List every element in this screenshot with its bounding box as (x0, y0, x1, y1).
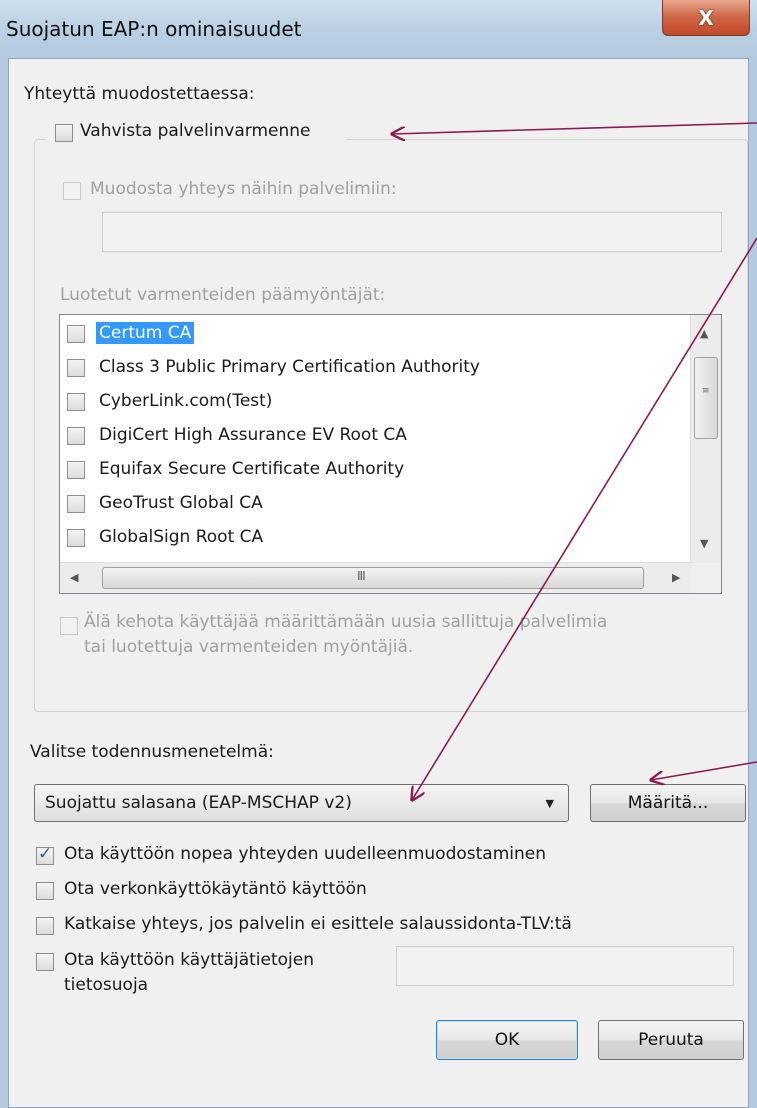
ok-button-label: OK (494, 1030, 520, 1050)
anonymous-identity-input[interactable] (396, 946, 734, 986)
close-icon: X (698, 5, 714, 30)
verify-cert-label: Vahvista palvelinvarmenne (80, 121, 311, 141)
auth-method-select[interactable]: Suojattu salasana (EAP-MSCHAP v2) ▼ (34, 784, 569, 822)
fast-reconnect-label: Ota käyttöön nopea yhteyden uudelleenmuo… (64, 844, 546, 864)
close-button[interactable]: X (662, 0, 750, 36)
list-item-label: DigiCert High Assurance EV Root CA (99, 425, 407, 445)
list-item[interactable]: GeoTrust Global CA (60, 487, 690, 521)
list-item-label: Certum CA (96, 322, 195, 344)
list-item-checkbox[interactable] (67, 359, 85, 377)
checkmark-icon: ✓ (38, 844, 53, 864)
auth-method-value: Suojattu salasana (EAP-MSCHAP v2) (45, 793, 352, 813)
list-item-label: Equifax Secure Certificate Authority (99, 459, 405, 479)
list-item[interactable]: Class 3 Public Primary Certification Aut… (60, 351, 690, 385)
ok-button[interactable]: OK (436, 1020, 578, 1060)
configure-button-label: Määritä... (627, 793, 709, 813)
trusted-roots-list[interactable]: Certum CA Class 3 Public Primary Certifi… (59, 314, 722, 594)
cancel-button[interactable]: Peruuta (598, 1020, 744, 1060)
thumb-grip-icon: III (357, 569, 366, 583)
nap-checkbox[interactable] (36, 882, 54, 900)
vertical-scroll-thumb[interactable]: ≡ (694, 357, 718, 439)
no-prompt-label-line1: Älä kehota käyttäjää määrittämään uusia … (84, 612, 608, 632)
chevron-down-icon: ▼ (545, 797, 554, 810)
list-item-label: CyberLink.com(Test) (99, 391, 273, 411)
cryptobinding-label: Katkaise yhteys, jos palvelin ei esittel… (64, 914, 572, 934)
list-item-checkbox[interactable] (67, 461, 85, 479)
list-item-label: GlobalSign Root CA (99, 527, 264, 547)
connect-servers-checkbox[interactable] (63, 182, 81, 200)
horizontal-scroll-thumb[interactable]: III (102, 567, 644, 589)
list-item-label: GeoTrust Global CA (99, 493, 263, 513)
list-horizontal-scrollbar[interactable]: ◀ III ▶ (60, 562, 693, 593)
connect-section-label: Yhteyttä muodostettaessa: (24, 84, 255, 104)
no-prompt-checkbox[interactable] (60, 617, 78, 635)
nap-label: Ota verkonkäyttökäytäntö käyttöön (64, 879, 367, 899)
scroll-down-icon[interactable]: ▼ (700, 537, 708, 550)
identity-privacy-label-line2: tietosuoja (64, 975, 149, 995)
scroll-right-icon[interactable]: ▶ (672, 571, 680, 584)
scrollbar-corner (691, 563, 721, 593)
list-item[interactable]: Certum CA (60, 317, 690, 351)
fast-reconnect-checkbox[interactable]: ✓ (36, 844, 54, 865)
window-title: Suojatun EAP:n ominaisuudet (6, 17, 302, 41)
scroll-left-icon[interactable]: ◀ (70, 571, 78, 584)
trusted-roots-label: Luotetut varmenteiden päämyöntäjät: (60, 285, 386, 305)
cryptobinding-checkbox[interactable] (36, 917, 54, 935)
no-prompt-label-line2: tai luotettuja varmenteiden myöntäjiä. (84, 637, 414, 657)
list-item-label: Class 3 Public Primary Certification Aut… (99, 357, 480, 377)
list-item[interactable]: Equifax Secure Certificate Authority (60, 453, 690, 487)
thumb-grip-icon: ≡ (702, 386, 710, 396)
list-item[interactable]: CyberLink.com(Test) (60, 385, 690, 419)
verify-cert-checkbox[interactable] (55, 124, 73, 142)
list-item[interactable]: DigiCert High Assurance EV Root CA (60, 419, 690, 453)
connect-servers-label: Muodosta yhteys näihin palvelimiin: (90, 179, 397, 199)
scroll-up-icon[interactable]: ▲ (700, 327, 708, 340)
window-frame-left (0, 58, 8, 1108)
configure-button[interactable]: Määritä... (590, 784, 746, 822)
identity-privacy-checkbox[interactable] (36, 953, 54, 971)
title-bar[interactable]: Suojatun EAP:n ominaisuudet X (0, 0, 757, 58)
list-item-checkbox[interactable] (67, 325, 85, 343)
list-item[interactable]: GlobalSign Root CA (60, 521, 690, 555)
connect-servers-input[interactable] (102, 212, 722, 252)
cancel-button-label: Peruuta (638, 1030, 704, 1050)
list-item-checkbox[interactable] (67, 393, 85, 411)
window-frame-right (749, 58, 757, 1108)
list-vertical-scrollbar[interactable]: ▲ ≡ ▼ (690, 315, 721, 563)
auth-method-label: Valitse todennusmenetelmä: (30, 742, 274, 762)
list-item-checkbox[interactable] (67, 529, 85, 547)
list-item-checkbox[interactable] (67, 427, 85, 445)
identity-privacy-label: Ota käyttöön käyttäjätietojen (64, 950, 314, 970)
list-item-checkbox[interactable] (67, 495, 85, 513)
